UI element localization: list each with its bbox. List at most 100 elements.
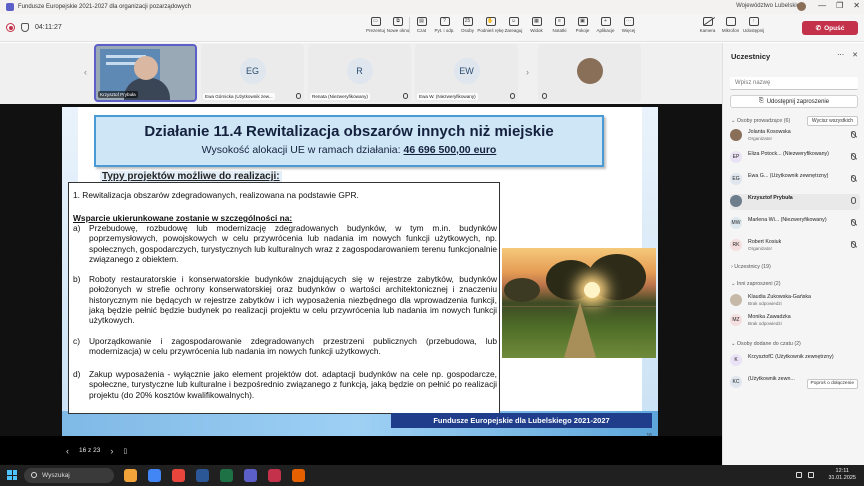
minimize-button[interactable]: — <box>818 1 826 10</box>
taskbar-app-icon[interactable] <box>196 469 209 482</box>
mic-off-icon <box>851 219 856 226</box>
participant-row[interactable]: Jolanta Kosowska Organizator <box>730 128 860 144</box>
participant-row[interactable]: EP Eliza Potock... (Niezweryfikowany) <box>730 150 860 166</box>
participant-name: Monika Zawadzka <box>748 314 791 320</box>
list-item: d) Zakup wyposażenia - wyłącznie jako el… <box>73 369 497 400</box>
invited-header[interactable]: ⌄ Inni zaproszeni (2) <box>731 281 781 287</box>
participant-name: Ewa G... (Użytkownik zewnętrzny) <box>748 173 829 179</box>
presenter-body <box>124 78 170 100</box>
participant-row[interactable]: EG Ewa G... (Użytkownik zewnętrzny) <box>730 172 860 188</box>
windows-start-icon[interactable] <box>7 470 17 480</box>
share-invite-button[interactable]: ⎘ Udostępnij zaproszenie <box>730 95 858 108</box>
taskbar-app-icon[interactable] <box>268 469 281 482</box>
avatar <box>730 129 742 141</box>
taskbar-app-icon[interactable] <box>220 469 233 482</box>
participant-row[interactable]: Krzysztof Prybuła <box>730 194 860 210</box>
panel-title: Uczestnicy <box>731 52 771 61</box>
meeting-toolbar: 04:11:27 ▭ Prezentuj ⧉ Nowe okno ▤ Czat? Pyt. … <box>0 14 864 42</box>
item-letter: b) <box>73 274 81 284</box>
participant-row[interactable]: K KrzysztofC (Użytkownik zewnętrzny) <box>730 353 860 369</box>
toolbar-button-apps[interactable]: + Aplikacje <box>594 17 617 33</box>
avatar: EP <box>730 151 742 163</box>
video-tile-presenter[interactable]: Krzysztof Prybuła <box>94 44 197 102</box>
tile-name: Ewa Górnicka (Użytkownik zew... <box>203 93 275 100</box>
toolbar-button-notes[interactable]: ≡ Notatki <box>548 17 571 33</box>
tile-name: Renata (Niezweryfikowany) <box>310 93 370 100</box>
avatar: KC <box>730 376 742 388</box>
lobby-header[interactable]: ⌄ Osoby dodane do czatu (2) <box>731 341 801 347</box>
participant-row[interactable]: MW Marlena Wi... (Niezweryfikowany) <box>730 216 860 232</box>
mic-off-icon <box>851 153 856 160</box>
participant-row[interactable]: MZ Monika Zawadzka Brak odpowiedzi <box>730 313 860 329</box>
tile-name: Ewa W. (Niezweryfikowany) <box>417 93 478 100</box>
org-name[interactable]: Województwo Lubelskie <box>736 3 800 9</box>
attendees-header[interactable]: › Uczestnicy (19) <box>731 264 771 270</box>
video-tile[interactable]: R Renata (Niezweryfikowany) <box>308 44 411 102</box>
video-tile[interactable]: EW Ewa W. (Niezweryfikowany) <box>415 44 518 102</box>
video-strip: ‹ Krzysztof Prybuła EG Ewa Górnicka (Uży… <box>0 43 722 104</box>
taskbar-app-icon[interactable] <box>244 469 257 482</box>
video-tile[interactable] <box>538 44 641 102</box>
allocation-label: Wysokość alokacji UE w ramach działania: <box>201 144 401 156</box>
next-slide-button[interactable]: › <box>110 446 113 456</box>
toolbar-button-react[interactable]: ☺ Zareaguj <box>502 17 525 33</box>
people-icon: 25 <box>462 17 473 26</box>
video-tile[interactable]: EG Ewa Górnicka (Użytkownik zew... <box>201 44 304 102</box>
participant-name: Robert Kosiuk <box>748 239 782 245</box>
list-item: a) Przebudowę, rozbudowę lub modernizacj… <box>73 223 497 264</box>
toggle-view-icon[interactable]: ▯ <box>123 447 127 455</box>
close-button[interactable]: ✕ <box>853 1 860 10</box>
mute-all-button[interactable]: Wycisz wszystkich <box>806 116 858 126</box>
toolbar-button-more[interactable]: ⋯ Więcej <box>617 17 640 33</box>
leave-button[interactable]: ✆ Opuść <box>802 21 858 35</box>
toolbar-button-mic[interactable]: Mikrofon <box>719 17 742 33</box>
participant-row[interactable]: RK Robert Kosiuk Organizator <box>730 238 860 254</box>
toolbar-button-camera-off[interactable]: Kamera <box>696 17 719 33</box>
participant-role: Organizator <box>748 136 773 141</box>
avatar: RK <box>730 239 742 251</box>
strip-next-icon[interactable]: › <box>526 67 529 77</box>
prev-slide-button[interactable]: ‹ <box>66 446 69 456</box>
raise-hand-icon: ✋ <box>485 17 496 26</box>
organizers-header[interactable]: ⌄ Osoby prowadzące (6) <box>731 118 790 124</box>
toolbar-button-present[interactable]: ▭ Prezentuj <box>364 17 387 33</box>
account-avatar[interactable] <box>797 2 806 11</box>
item-text: Roboty restauratorskie i konserwatorskie… <box>89 274 497 326</box>
taskbar-app-icon[interactable] <box>148 469 161 482</box>
toolbar-button-qa[interactable]: ? Pyt. i odp. <box>433 17 456 33</box>
toolbar-button-chat[interactable]: ▤ Czat <box>410 17 433 33</box>
taskbar-app-icon[interactable] <box>124 469 137 482</box>
toolbar-button-new-window[interactable]: ⧉ Nowe okno <box>387 17 410 33</box>
participant-name: Klaudia Żukowska-Gańska <box>748 294 812 300</box>
mic-off-icon <box>510 93 515 99</box>
participant-role: Organizator <box>748 246 773 251</box>
toolbar-button-view[interactable]: ▦ Widok <box>525 17 548 33</box>
toolbar-button-rooms[interactable]: ▣ Pokoje <box>571 17 594 33</box>
mic-off-icon <box>851 241 856 248</box>
volume-icon[interactable] <box>808 472 814 478</box>
toolbar-button-people[interactable]: 25 Osoby <box>456 17 479 33</box>
request-join-button[interactable]: Poproś o dołączenie <box>806 379 858 389</box>
phone-icon: ✆ <box>815 25 822 32</box>
clock-time: 12:11 <box>835 468 849 474</box>
toolbar-button-raise-hand[interactable]: ✋ Podnieś rękę <box>477 17 504 33</box>
clock[interactable]: 12:11 31.01.2025 <box>828 468 856 482</box>
participants-panel: Uczestnicy ⋯ ✕ Wpisz nazwę ⎘ Udostępnij … <box>722 43 864 465</box>
support-heading: Wsparcie ukierunkowane zostanie w szczeg… <box>73 213 293 223</box>
close-panel-icon[interactable]: ✕ <box>852 51 858 59</box>
taskbar-search[interactable]: Wyszukaj <box>24 468 114 483</box>
toolbar-button-share[interactable]: ↑ Udostępnij <box>742 17 765 33</box>
avatar <box>730 195 742 207</box>
maximize-button[interactable]: ❐ <box>836 1 843 10</box>
taskbar-app-icon[interactable] <box>172 469 185 482</box>
toolbar-button-label: Widok <box>530 28 543 33</box>
taskbar-app-icon[interactable] <box>292 469 305 482</box>
participant-name: Marlena Wi... (Niezweryfikowany) <box>748 217 827 223</box>
new-window-icon: ⧉ <box>393 17 403 26</box>
network-icon[interactable] <box>796 472 802 478</box>
more-icon[interactable]: ⋯ <box>837 51 844 59</box>
search-input[interactable]: Wpisz nazwę <box>730 77 858 90</box>
strip-prev-icon[interactable]: ‹ <box>84 67 87 77</box>
chat-icon: ▤ <box>416 17 427 26</box>
participant-row[interactable]: Klaudia Żukowska-Gańska Brak odpowiedzi <box>730 293 860 309</box>
